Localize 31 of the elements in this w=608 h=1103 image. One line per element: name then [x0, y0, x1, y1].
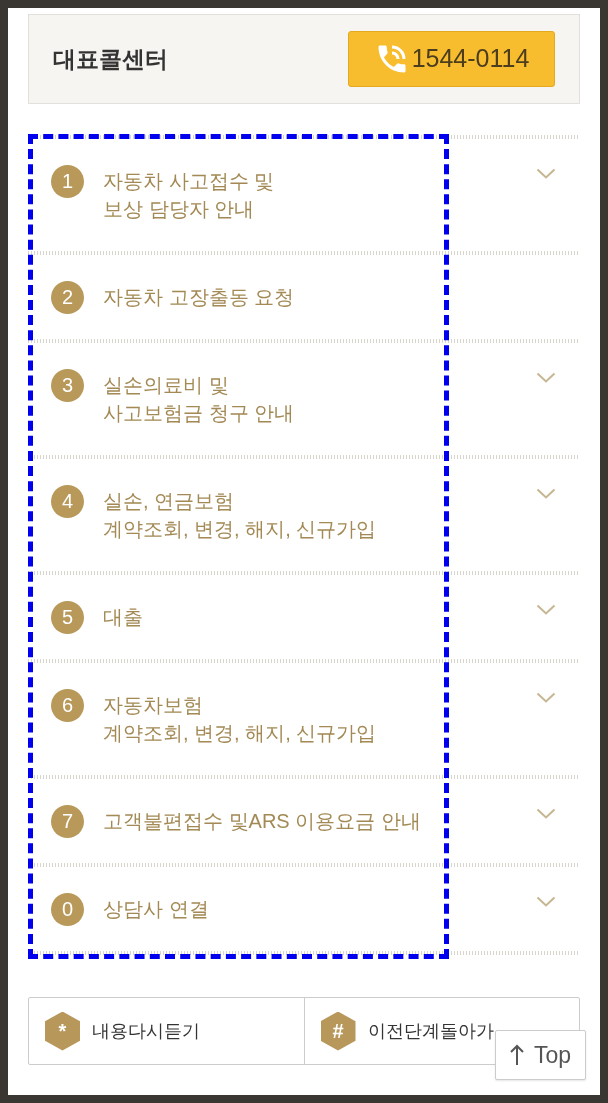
number-badge: 1 — [51, 164, 84, 198]
menu-item-label[interactable]: 실손의료비 및 사고보험금 청구 안내 — [103, 371, 295, 427]
number-badge: 6 — [51, 688, 84, 722]
menu-item-label[interactable]: 실손, 연금보험 계약조회, 변경, 해지, 신규가입 — [103, 487, 377, 543]
menu-item-label[interactable]: 자동차 고장출동 요청 — [103, 283, 295, 311]
key-badge: # — [320, 1011, 356, 1051]
chevron-down-icon[interactable] — [536, 808, 556, 819]
number-badge: 7 — [51, 804, 84, 838]
chevron-down-icon[interactable] — [536, 604, 556, 615]
chevron-down-icon[interactable] — [536, 168, 556, 179]
number-badge: 0 — [51, 892, 84, 926]
chevron-down-icon[interactable] — [536, 488, 556, 499]
keypad-option-button[interactable]: # 이전단계돌아가 — [320, 1011, 494, 1051]
chevron-down-icon[interactable] — [536, 692, 556, 703]
menu-item-label[interactable]: 자동차 사고접수 및 보상 담당자 안내 — [103, 167, 275, 223]
phone-call-button[interactable]: 1544-0114 — [348, 31, 555, 87]
chevron-down-icon[interactable] — [536, 896, 556, 907]
back-to-top-button[interactable]: Top — [495, 1030, 586, 1080]
call-center-title: 대표콜센터 — [53, 44, 168, 74]
menu-item-label[interactable]: 고객불편접수 및ARS 이용요금 안내 — [103, 807, 421, 835]
menu-item-label[interactable]: 대출 — [103, 603, 143, 631]
keypad-option-button[interactable]: * 내용다시듣기 — [45, 1011, 200, 1051]
number-badge: 4 — [51, 484, 84, 518]
number-badge: 5 — [51, 600, 84, 634]
key-badge: * — [45, 1011, 80, 1051]
menu-item-label[interactable]: 상담사 연결 — [103, 895, 209, 923]
menu-item-label[interactable]: 자동차보험 계약조회, 변경, 해지, 신규가입 — [103, 691, 377, 747]
chevron-down-icon[interactable] — [536, 372, 556, 383]
number-badge: 3 — [51, 368, 84, 402]
arrow-up-icon — [509, 1044, 524, 1066]
number-badge: 2 — [51, 280, 84, 314]
